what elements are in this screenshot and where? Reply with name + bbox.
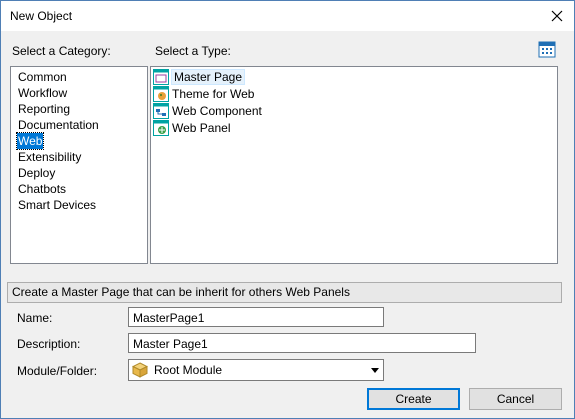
category-item-smart-devices[interactable]: Smart Devices (17, 197, 97, 213)
type-label: Select a Type: (155, 44, 231, 58)
chevron-down-icon[interactable] (367, 367, 383, 373)
category-item-reporting[interactable]: Reporting (17, 101, 71, 117)
web-component-icon (153, 102, 169, 119)
list-view-icon (538, 41, 556, 58)
category-item-chatbots[interactable]: Chatbots (17, 181, 67, 197)
type-item-master-page[interactable]: Master Page (153, 68, 246, 85)
close-button[interactable] (540, 1, 574, 31)
web-panel-icon (153, 119, 169, 136)
category-item-deploy[interactable]: Deploy (17, 165, 56, 181)
category-label: Select a Category: (12, 44, 111, 58)
name-label: Name: (17, 311, 53, 325)
description-label: Description: (17, 337, 81, 351)
type-item-web-panel[interactable]: Web Panel (153, 119, 230, 136)
cancel-button[interactable]: Cancel (469, 388, 562, 410)
type-list[interactable]: Master Page Theme for Web Web Component … (150, 66, 558, 264)
category-item-workflow[interactable]: Workflow (17, 85, 68, 101)
view-toggle-button[interactable] (538, 41, 556, 58)
type-description: Create a Master Page that can be inherit… (7, 282, 562, 303)
module-folder-value: Root Module (154, 363, 223, 377)
category-item-documentation[interactable]: Documentation (17, 117, 100, 133)
close-icon (551, 10, 563, 22)
category-item-common[interactable]: Common (17, 69, 68, 85)
module-folder-label: Module/Folder: (17, 364, 98, 378)
type-item-web-component[interactable]: Web Component (153, 102, 262, 119)
category-item-extensibility[interactable]: Extensibility (17, 149, 82, 165)
name-field[interactable]: MasterPage1 (128, 307, 384, 327)
master-page-icon (153, 68, 169, 85)
type-item-label: Master Page (170, 68, 246, 85)
type-item-label: Web Component (172, 103, 262, 118)
type-item-theme-for-web[interactable]: Theme for Web (153, 85, 254, 102)
theme-icon (153, 85, 169, 102)
module-icon (131, 362, 149, 378)
new-object-dialog: New Object Select a Category: Select a T… (0, 0, 575, 419)
type-item-label: Theme for Web (172, 86, 255, 101)
description-field[interactable]: Master Page1 (128, 333, 476, 353)
module-folder-select[interactable]: Root Module (128, 359, 384, 381)
category-list[interactable]: Common Workflow Reporting Documentation … (10, 66, 148, 264)
create-button[interactable]: Create (367, 388, 460, 410)
window-title: New Object (10, 9, 73, 23)
category-item-web[interactable]: Web (15, 132, 45, 150)
title-bar: New Object (1, 1, 574, 31)
type-item-label: Web Panel (172, 120, 231, 135)
